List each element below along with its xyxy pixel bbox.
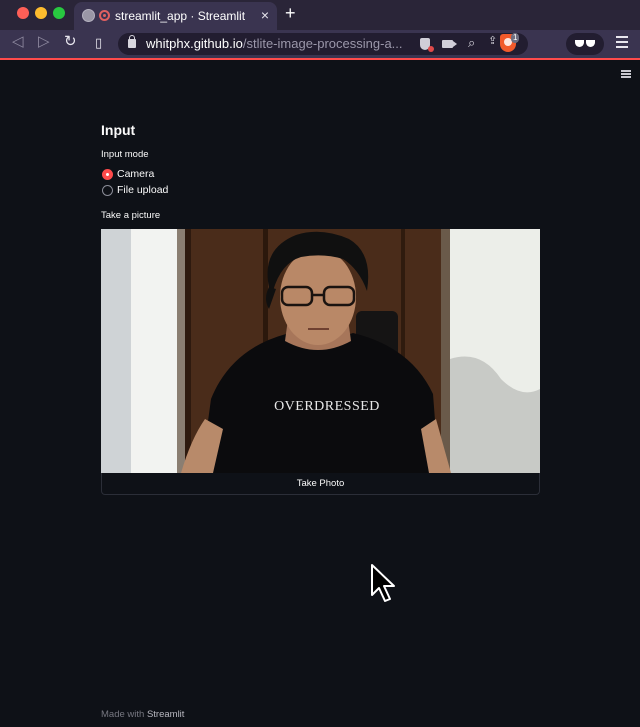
footer-prefix: Made with — [101, 709, 145, 720]
tab-title: streamlit_app · Streamlit — [115, 9, 246, 23]
bookmark-icon[interactable]: ▯ — [95, 36, 102, 49]
brave-badge: 1 — [511, 33, 520, 43]
maximize-window-button[interactable] — [53, 7, 65, 19]
take-photo-button[interactable]: Take Photo — [101, 473, 540, 495]
page-heading: Input — [101, 122, 136, 138]
url-path: /stlite-image-processing-a... — [242, 36, 403, 51]
camera-frame-image: OVERDRESSED — [101, 229, 540, 473]
shirt-text: OVERDRESSED — [274, 399, 380, 414]
app-menu-icon[interactable] — [621, 70, 631, 72]
share-icon[interactable]: ⇪ — [488, 36, 497, 47]
new-tab-button[interactable]: + — [285, 4, 296, 22]
menu-icon[interactable] — [616, 36, 628, 38]
zoom-icon[interactable]: ⌕ — [468, 36, 475, 49]
radio-camera-label[interactable]: Camera — [117, 168, 154, 180]
recording-icon — [99, 10, 110, 21]
loading-accent-line — [0, 58, 640, 60]
footer: Made with Streamlit — [101, 709, 184, 720]
tab-close-icon[interactable]: × — [261, 8, 269, 22]
camera-preview: OVERDRESSED — [101, 229, 540, 473]
close-window-button[interactable] — [17, 7, 29, 19]
camera-input-label: Take a picture — [101, 210, 161, 221]
shield-blocked-icon[interactable] — [420, 38, 434, 52]
camera-icon[interactable] — [442, 40, 457, 48]
back-icon[interactable]: ◁ — [12, 34, 24, 49]
url-text[interactable]: whitphx.github.io/stlite-image-processin… — [146, 36, 422, 51]
radio-camera[interactable] — [102, 169, 113, 180]
private-glasses-icon[interactable] — [566, 33, 604, 55]
input-mode-label: Input mode — [101, 149, 149, 160]
browser-tab[interactable]: streamlit_app · Streamlit × — [74, 2, 277, 30]
streamlit-link[interactable]: Streamlit — [147, 709, 184, 720]
url-host: whitphx.github.io — [146, 36, 243, 51]
radio-file-upload[interactable] — [102, 185, 113, 196]
browser-titlebar: streamlit_app · Streamlit × + — [0, 0, 640, 30]
lock-icon — [128, 35, 136, 48]
forward-icon[interactable]: ▷ — [38, 34, 50, 49]
address-bar[interactable]: whitphx.github.io/stlite-image-processin… — [118, 33, 528, 55]
radio-file-upload-label[interactable]: File upload — [117, 184, 168, 196]
globe-icon — [82, 9, 95, 22]
reload-icon[interactable]: ↻ — [64, 34, 77, 49]
browser-toolbar: ◁ ▷ ↻ ▯ whitphx.github.io/stlite-image-p… — [0, 30, 640, 58]
minimize-window-button[interactable] — [35, 7, 47, 19]
mouse-cursor-icon — [371, 564, 395, 602]
